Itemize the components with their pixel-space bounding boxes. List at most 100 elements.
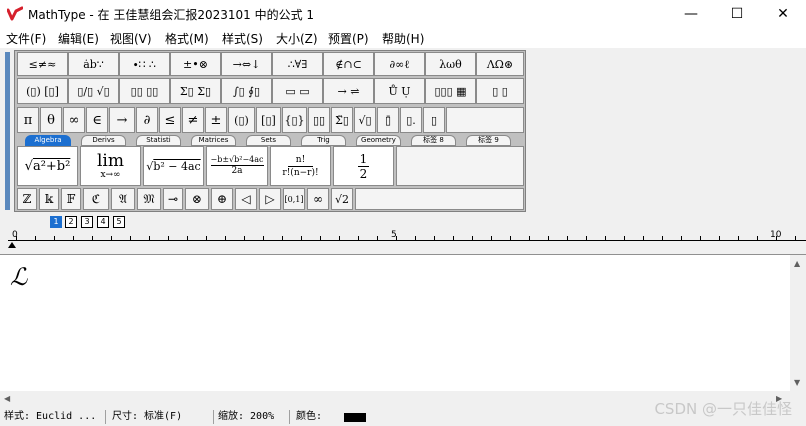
symbol-infinity-2[interactable]: ∞ [307,188,329,210]
menu-format[interactable]: 格式(M) [165,30,209,47]
template-superscript[interactable]: ▯ [423,107,445,133]
tab-sets[interactable]: Sets [246,135,291,146]
symbol-theta[interactable]: θ [40,107,62,133]
symbol-integers[interactable]: ℤ [17,188,37,210]
template-discriminant[interactable]: √b² − 4ac [143,146,204,186]
template-brackets[interactable]: [▯] [256,107,281,133]
symbol-oplus[interactable]: ⊕ [211,188,233,210]
tab-geometry[interactable]: Geometry [356,135,401,146]
palette-set-theory[interactable]: ∉∩⊂ [323,52,374,76]
template-slot-empty[interactable] [396,146,524,186]
bar-tab-2[interactable]: 2 [65,216,77,228]
palette-logic[interactable]: ∴∀∃ [272,52,323,76]
scroll-down-icon[interactable]: ▼ [794,378,800,387]
symbol-not-equal[interactable]: ≠ [182,107,204,133]
tab-derivs[interactable]: Derivs [81,135,126,146]
template-quadratic-formula[interactable]: −b±√b²−4ac 2a [206,146,268,186]
template-subscript[interactable]: ▯. [400,107,422,133]
symbol-field[interactable]: 𝔽 [61,188,81,210]
palette-labeled-arrows[interactable]: → ⇌ [323,78,374,104]
symbol-sqrt-two[interactable]: √2 [331,188,353,210]
menu-size[interactable]: 大小(Z) [276,30,318,47]
symbol-fraktur-a[interactable]: 𝔄 [111,188,135,210]
template-limit[interactable]: lim x→∞ [80,146,141,186]
ruler-indent-marker[interactable] [8,242,16,248]
template-overbar[interactable]: ▯̄ [377,107,399,133]
status-size[interactable]: 尺寸: 标准(F) [108,410,214,424]
palette-fences[interactable]: (▯) [▯] [17,78,68,104]
symbol-blackboard-k[interactable]: 𝕜 [39,188,59,210]
template-parentheses[interactable]: (▯) [228,107,255,133]
symbol-infinity[interactable]: ∞ [63,107,85,133]
bar-tab-5[interactable]: 5 [113,216,125,228]
palette-products[interactable]: Ů Ụ [374,78,425,104]
symbol-multimap[interactable]: ⊸ [163,188,183,210]
palette-matrices[interactable]: ▯▯▯ ▦ [425,78,476,104]
status-zoom[interactable]: 缩放: 200% [214,410,290,424]
status-color-swatch[interactable] [344,413,366,422]
menu-help[interactable]: 帮助(H) [382,30,424,47]
equation-content[interactable]: ℒ [10,263,27,291]
symbol-element-of[interactable]: ∈ [86,107,108,133]
template-sum[interactable]: Σ̈▯ [331,107,353,133]
scroll-left-icon[interactable]: ◀ [4,394,10,403]
symbol-pi[interactable]: π [17,107,39,133]
vertical-scrollbar[interactable]: ▲ ▼ [790,255,806,406]
template-sqrt[interactable]: √▯ [354,107,376,133]
symbol-otimes[interactable]: ⊗ [185,188,209,210]
ruler[interactable]: 0 5 10 [0,230,806,248]
tab-statistics[interactable]: Statisti [136,135,181,146]
palette-greek-upper[interactable]: ΛΩ⊛ [476,52,524,76]
template-pythagorean[interactable]: √a²+b² [17,146,78,186]
palette-relations[interactable]: ≤≠≈ [17,52,68,76]
menu-view[interactable]: 视图(V) [110,30,152,47]
bar-tab-3[interactable]: 3 [81,216,93,228]
symbol-slot-empty-2[interactable] [355,188,524,210]
palette-integrals[interactable]: ∫▯ ∮▯ [221,78,272,104]
palette-subscripts[interactable]: ▯▯ ▯▯ [119,78,170,104]
symbol-left-triangle[interactable]: ◁ [235,188,257,210]
symbol-less-equal[interactable]: ≤ [159,107,181,133]
palette-fractions-radicals[interactable]: ▯/▯ √▯ [68,78,119,104]
menu-file[interactable]: 文件(F) [6,30,46,47]
palette-operators[interactable]: ±•⊗ [170,52,221,76]
tab-trig[interactable]: Trig [301,135,346,146]
menu-preferences[interactable]: 预置(P) [328,30,369,47]
template-one-half[interactable]: 1 2 [333,146,394,186]
palette-bars[interactable]: ▭ ▭ [272,78,323,104]
palette-arrows[interactable]: →⇔↓ [221,52,272,76]
symbol-right-triangle[interactable]: ▷ [259,188,281,210]
tab-8[interactable]: 标签 8 [411,135,456,146]
toolbar-handle[interactable] [5,52,10,210]
palette-greek-lower[interactable]: λωθ [425,52,476,76]
minimize-button[interactable]: — [668,0,714,28]
template-combination[interactable]: n! r!(n−r)! [270,146,331,186]
status-style[interactable]: 样式: Euclid ... [0,410,106,424]
tab-9[interactable]: 标签 9 [466,135,511,146]
palette-spaces-ellipses[interactable]: ȧb∵ [68,52,119,76]
ruler-tick [624,236,625,240]
symbol-fraktur-c[interactable]: ℭ [83,188,109,210]
palette-summations[interactable]: Σ▯ Σ▯ [170,78,221,104]
template-fraction[interactable]: ▯▯ [308,107,330,133]
tab-matrices[interactable]: Matrices [191,135,236,146]
symbol-right-arrow[interactable]: → [109,107,135,133]
palette-boxes[interactable]: ▯ ▯ [476,78,524,104]
palette-embellishments[interactable]: ∙∷ ∴ [119,52,170,76]
close-button[interactable]: ✕ [760,0,806,28]
menu-edit[interactable]: 编辑(E) [58,30,99,47]
symbol-fraktur-m[interactable]: 𝔐 [137,188,161,210]
symbol-closed-interval[interactable]: [0,1] [283,188,305,210]
maximize-button[interactable]: ☐ [714,0,760,28]
symbol-partial[interactable]: ∂ [136,107,158,133]
symbol-slot-empty[interactable] [446,107,524,133]
menu-style[interactable]: 样式(S) [222,30,263,47]
palette-misc-symbols[interactable]: ∂∞ℓ [374,52,425,76]
bar-tab-1[interactable]: 1 [50,216,62,228]
bar-tab-4[interactable]: 4 [97,216,109,228]
tab-algebra[interactable]: Algebra [25,135,71,146]
symbol-plus-minus[interactable]: ± [205,107,227,133]
scroll-up-icon[interactable]: ▲ [794,259,800,268]
equation-editor[interactable]: ℒ [0,255,790,391]
template-braces[interactable]: {▯} [282,107,307,133]
